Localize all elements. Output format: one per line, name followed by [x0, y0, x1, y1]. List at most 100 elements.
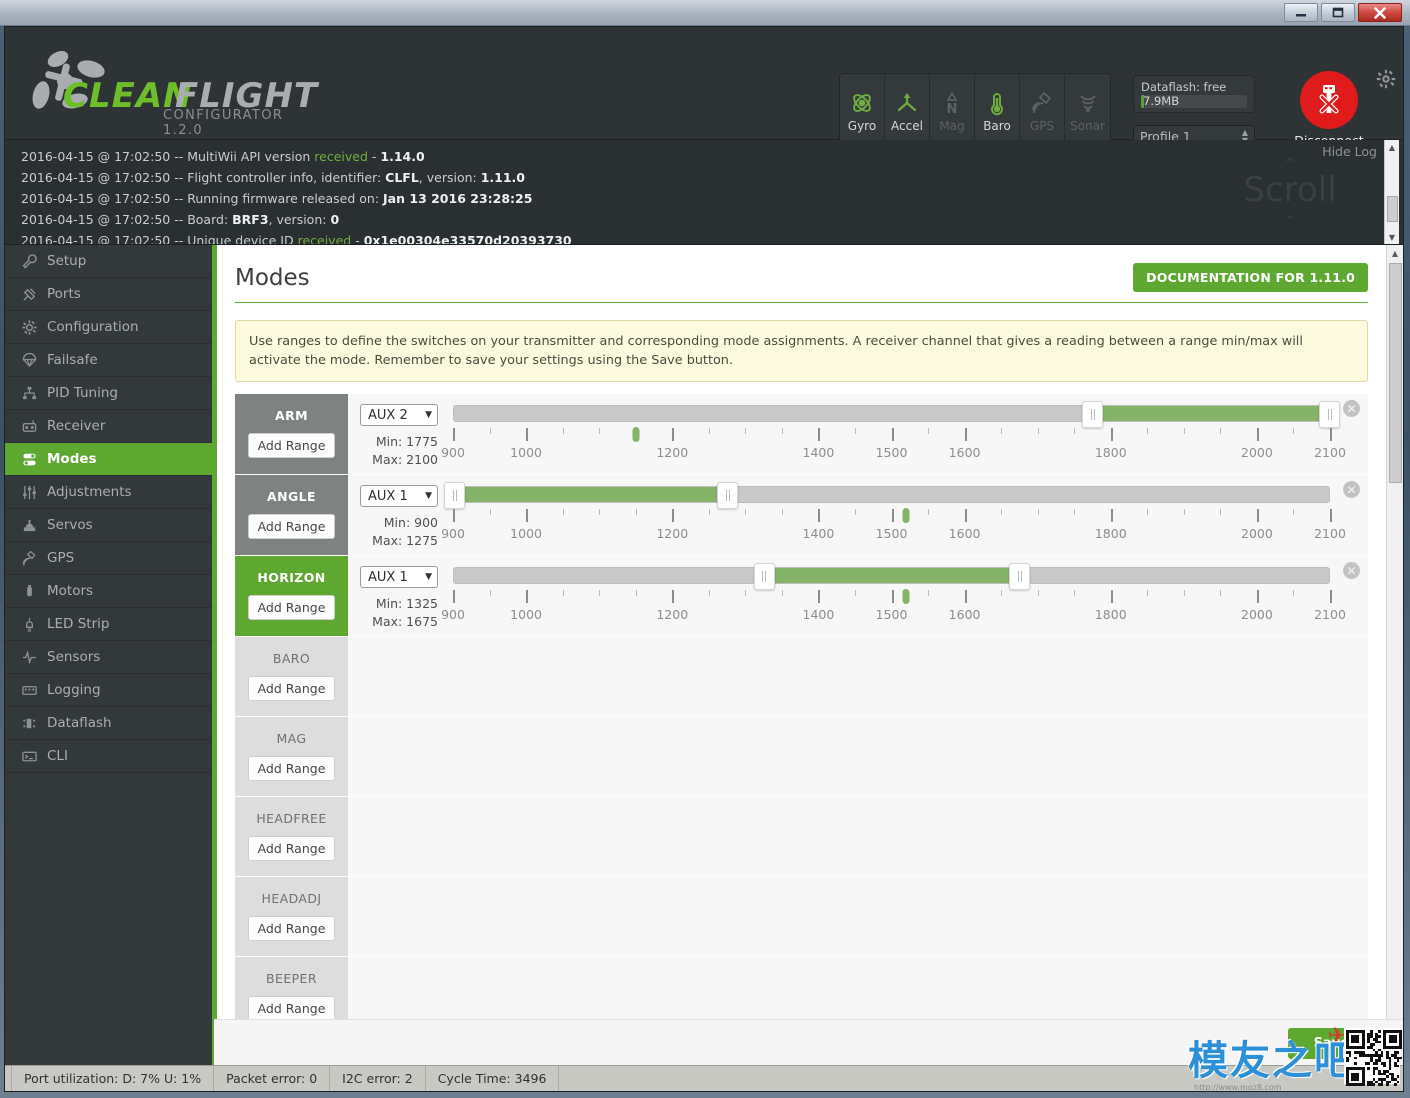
close-button[interactable] [1358, 3, 1402, 22]
scroll-up-icon[interactable]: ▲ [1385, 140, 1399, 155]
add-range-button[interactable]: Add Range [247, 676, 336, 701]
add-range-button[interactable]: Add Range [247, 996, 336, 1021]
configurator-version: CONFIGURATOR 1.2.0 [163, 108, 284, 138]
scale-tick [891, 509, 894, 522]
scale-tick [1037, 428, 1039, 434]
sidebar-item-receiver[interactable]: Receiver [5, 410, 212, 443]
scale-tick [1220, 509, 1222, 515]
sidebar-item-ports[interactable]: Ports [5, 278, 212, 311]
slider-handle-max[interactable] [1319, 401, 1340, 428]
channel-select[interactable]: AUX 1 ▼ [360, 485, 438, 507]
scroll-down-icon[interactable]: ▼ [1385, 230, 1399, 244]
scale-tick [1293, 509, 1295, 515]
add-range-button[interactable]: Add Range [247, 433, 336, 458]
scale-tick [453, 509, 455, 522]
sidebar-item-failsafe[interactable]: Failsafe [5, 344, 212, 377]
add-range-button[interactable]: Add Range [247, 514, 336, 539]
save-button[interactable]: Save [1287, 1028, 1375, 1059]
sensor-baro: Baro [975, 74, 1020, 148]
sensor-label: Baro [983, 118, 1011, 133]
content-scrollbar[interactable]: ▲ ▼ [1386, 245, 1403, 1065]
chip-icon [21, 716, 38, 731]
channel-select[interactable]: AUX 1 ▼ [360, 566, 438, 588]
baro-icon [991, 92, 1003, 115]
delete-range-button[interactable]: ✕ [1343, 400, 1360, 417]
disconnect-button[interactable]: Disconnect [1293, 71, 1365, 148]
documentation-button[interactable]: DOCUMENTATION FOR 1.11.0 [1133, 263, 1368, 292]
range-slider[interactable]: 900 1000 1200 1400 1500 1600 1800 2000 2100 [441, 563, 1368, 636]
sidebar-item-setup[interactable]: Setup [5, 245, 212, 278]
transmitter-icon [21, 419, 38, 434]
sensor-gyro: Gyro [840, 74, 885, 148]
scale-tick-label: 1400 [802, 526, 835, 541]
content-scrollbar-thumb[interactable] [1389, 263, 1402, 483]
sidebar-item-servos[interactable]: Servos [5, 509, 212, 542]
page-header: Modes DOCUMENTATION FOR 1.11.0 [235, 245, 1368, 303]
sidebar-item-dataflash[interactable]: Dataflash [5, 707, 212, 740]
sidebar-item-gps[interactable]: GPS [5, 542, 212, 575]
range-slider[interactable]: 900 1000 1200 1400 1500 1600 1800 2000 2100 [441, 401, 1368, 474]
delete-range-button[interactable]: ✕ [1343, 562, 1360, 579]
add-range-button[interactable]: Add Range [247, 595, 336, 620]
scale-tick-label: 900 [441, 445, 465, 460]
slider-handle-min[interactable] [753, 563, 775, 590]
sidebar-item-modes[interactable]: Modes [5, 443, 212, 476]
scale-tick [854, 428, 856, 434]
scale-tick [1001, 590, 1003, 596]
sidebar-item-cli[interactable]: CLI [5, 740, 212, 773]
scale-tick [708, 509, 710, 515]
sidebar-item-pid-tuning[interactable]: PID Tuning [5, 377, 212, 410]
channel-value-marker [632, 427, 640, 442]
slider-handle-min[interactable] [1082, 401, 1104, 428]
sidebar-item-sensors[interactable]: Sensors [5, 641, 212, 674]
range-min-value: Min: 1775 [375, 434, 438, 449]
slider-track[interactable] [453, 563, 1330, 590]
gyro-icon [853, 93, 871, 112]
add-range-button[interactable]: Add Range [247, 756, 336, 781]
settings-gear-button[interactable] [1376, 69, 1396, 93]
range-minmax: Min: 900 Max: 1275 [360, 514, 438, 550]
slider-handle-min[interactable] [444, 482, 465, 509]
terminal-icon [21, 749, 38, 764]
sidebar-item-led-strip[interactable]: LED Strip [5, 608, 212, 641]
scale-tick-label: 900 [441, 607, 465, 622]
window-titlebar [0, 0, 1410, 26]
sidebar-item-adjustments[interactable]: Adjustments [5, 476, 212, 509]
range-slider[interactable]: 900 1000 1200 1400 1500 1600 1800 2000 2100 [441, 482, 1368, 555]
slider-fill [763, 568, 1020, 583]
scale-tick [928, 428, 930, 434]
delete-range-button[interactable]: ✕ [1343, 481, 1360, 498]
status-filler [559, 1066, 1403, 1091]
log-scrollbar-thumb[interactable] [1387, 196, 1398, 222]
hide-log-link[interactable]: Hide Log [1322, 144, 1377, 159]
mode-name: MAG [276, 731, 307, 746]
sidebar-item-label: Dataflash [47, 715, 112, 731]
minimize-button[interactable] [1284, 3, 1318, 22]
scale-tick [599, 509, 601, 515]
mode-label-block: MAG Add Range [235, 717, 348, 796]
app-body: Setup Ports Configuration Failsafe PID Tunin… [5, 245, 1403, 1065]
slider-handle-max[interactable] [717, 482, 739, 509]
scale-tick [599, 590, 601, 596]
scroll-up-icon[interactable]: ▲ [1387, 245, 1403, 261]
sidebar-item-motors[interactable]: Motors [5, 575, 212, 608]
sidebar-item-logging[interactable]: Logging [5, 674, 212, 707]
scale-tick-label: 1500 [875, 526, 908, 541]
sidebar-item-label: Configuration [47, 319, 139, 335]
slider-track[interactable] [444, 482, 1330, 509]
add-range-button[interactable]: Add Range [247, 836, 336, 861]
led-icon [21, 617, 38, 632]
add-range-button[interactable]: Add Range [247, 916, 336, 941]
mode-label-block: HEADFREE Add Range [235, 797, 348, 876]
slider-handle-max[interactable] [1009, 563, 1031, 590]
sidebar-nav: Setup Ports Configuration Failsafe PID Tunin… [5, 245, 214, 1065]
maximize-button[interactable] [1321, 3, 1355, 22]
log-scrollbar[interactable]: ▲ ▼ [1384, 140, 1399, 244]
mode-name: BEEPER [266, 971, 317, 986]
scroll-watermark-text: Scroll [1243, 170, 1337, 210]
slider-track[interactable] [453, 401, 1340, 428]
parachute-icon [21, 352, 38, 368]
channel-select[interactable]: AUX 2 ▼ [360, 404, 438, 426]
sidebar-item-configuration[interactable]: Configuration [5, 311, 212, 344]
cleanflight-logo: CLEAN FLIGHT CONFIGURATOR 1.2.0 [23, 45, 323, 138]
